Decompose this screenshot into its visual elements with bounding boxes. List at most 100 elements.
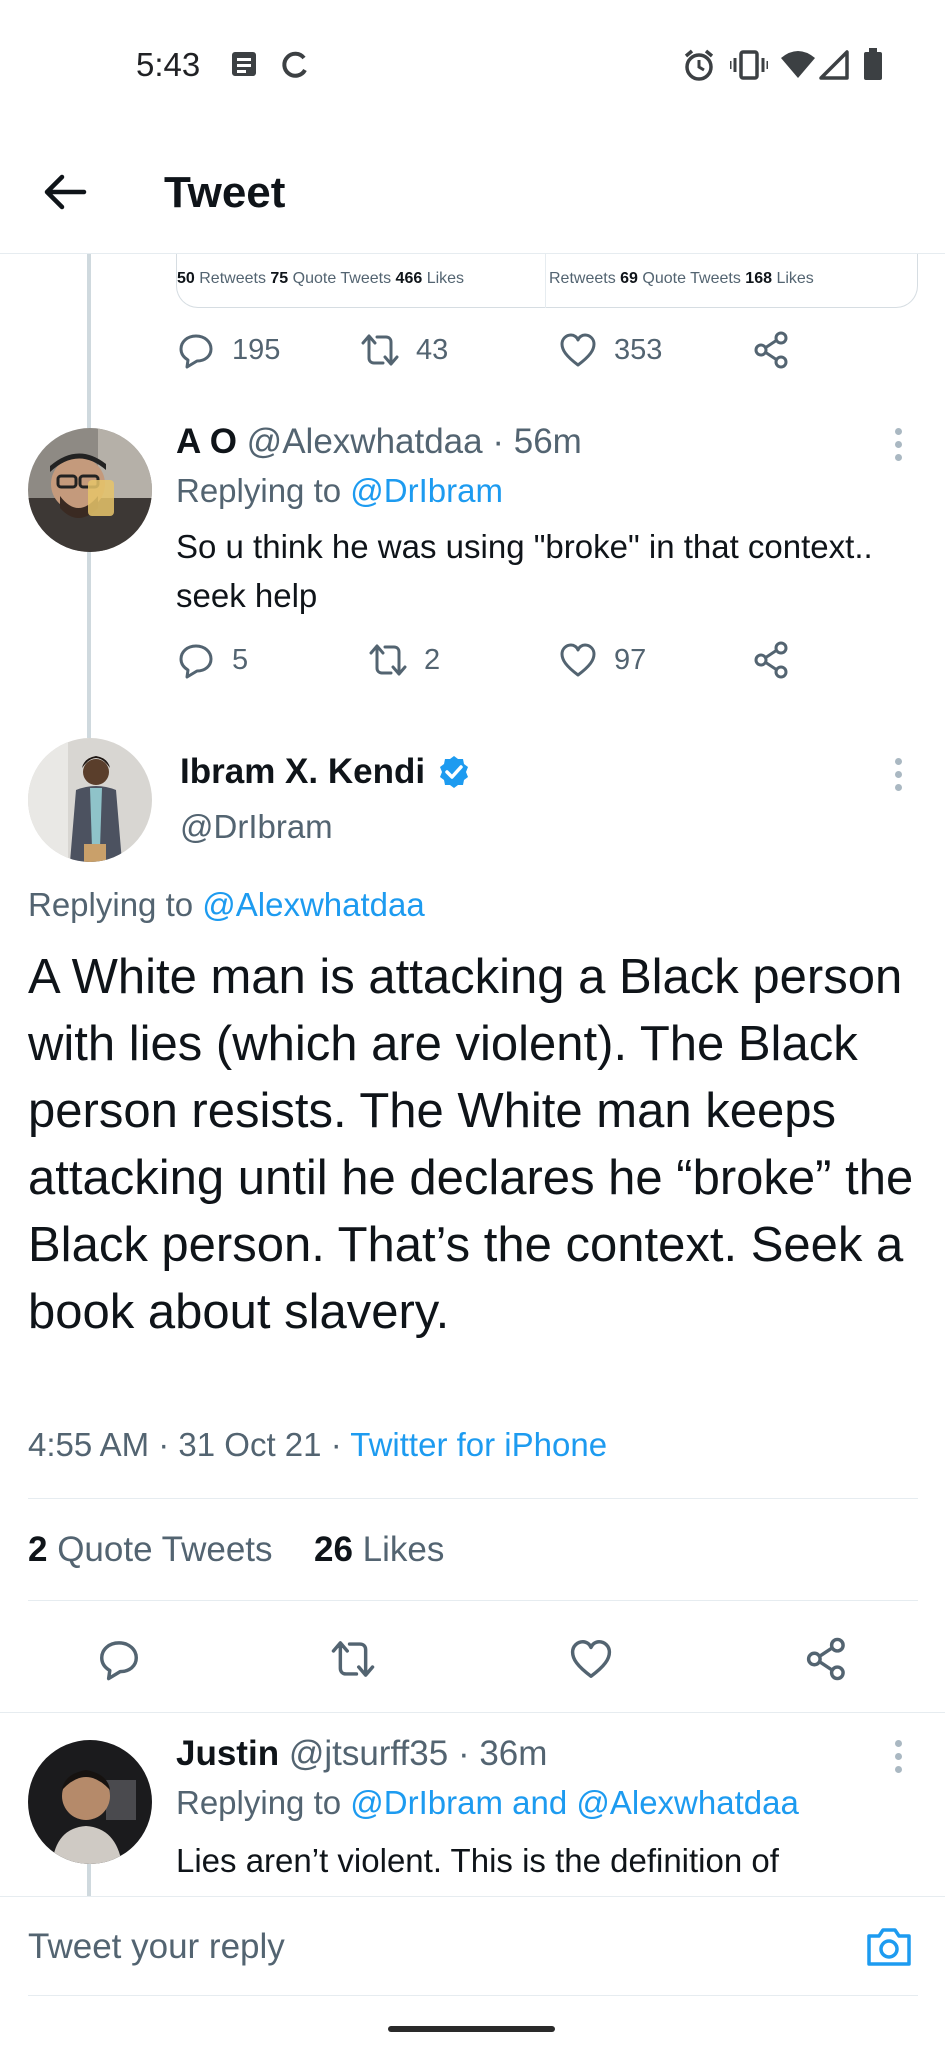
reply-ao-header: A O @Alexwhatdaa · 56m xyxy=(176,422,582,462)
thread-line xyxy=(87,552,91,738)
thread-line xyxy=(87,1860,91,1896)
parent-tweet-actions: 195 43 353 xyxy=(176,330,896,378)
vibrate-icon xyxy=(730,50,768,80)
qc-left-likes-label: Likes xyxy=(426,270,465,287)
reply-button[interactable]: 195 xyxy=(176,330,280,370)
qc-right-likes: 168 xyxy=(745,270,772,287)
embedded-quote-image[interactable]: 50 Retweets 75 Quote Tweets 466 Likes Re… xyxy=(176,254,918,308)
retweet-icon xyxy=(369,644,407,676)
composer-underline xyxy=(28,1995,918,1996)
heart-icon xyxy=(560,333,596,367)
reply-input[interactable]: Tweet your reply xyxy=(28,1927,285,1967)
like-label: Likes xyxy=(362,1530,445,1569)
main-tweet-meta: 4:55 AM · 31 Oct 21 · Twitter for iPhone xyxy=(28,1426,607,1464)
author-name[interactable]: A O xyxy=(176,422,237,461)
avatar-image xyxy=(28,1740,152,1864)
main-tweet-stats: 2 Quote Tweets 26 Likes xyxy=(28,1530,444,1570)
reply-justin-text: Lies aren’t violent. This is the definit… xyxy=(176,1842,779,1879)
tweet-date: 31 Oct 21 xyxy=(178,1426,322,1463)
author-handle[interactable]: @Alexwhatdaa xyxy=(247,422,483,461)
share-icon xyxy=(754,641,788,679)
mention-link[interactable]: @DrIbram xyxy=(350,472,503,509)
share-icon[interactable] xyxy=(804,1636,850,1682)
back-arrow-icon[interactable] xyxy=(40,167,90,217)
tweet-source-link[interactable]: Twitter for iPhone xyxy=(350,1426,607,1463)
more-options-icon[interactable] xyxy=(893,1740,903,1776)
reply-button[interactable]: 5 xyxy=(176,640,248,680)
mention-link[interactable]: @Alexwhatdaa xyxy=(202,886,424,923)
alarm-icon xyxy=(684,49,714,81)
avatar-image xyxy=(28,428,152,552)
page-title: Tweet xyxy=(164,168,286,217)
top-app-bar: Tweet xyxy=(0,130,945,254)
author-name[interactable]: Ibram X. Kendi xyxy=(180,752,425,792)
author-handle[interactable]: @jtsurff35 xyxy=(289,1734,448,1773)
like-count: 97 xyxy=(614,643,647,676)
meta-separator: · xyxy=(158,1426,170,1463)
author-name[interactable]: Justin xyxy=(176,1734,279,1773)
likes-stat[interactable]: 26 Likes xyxy=(314,1530,444,1569)
avatar-image xyxy=(28,738,152,862)
retweet-button[interactable]: 2 xyxy=(368,640,440,680)
avatar-alexwhatdaa[interactable] xyxy=(28,428,152,552)
divider xyxy=(28,1600,918,1601)
camera-icon[interactable] xyxy=(864,1921,914,1971)
verified-badge-icon xyxy=(440,756,469,788)
share-icon xyxy=(754,331,788,369)
retweet-icon[interactable] xyxy=(330,1636,376,1682)
share-button[interactable] xyxy=(752,640,792,680)
replying-prefix: Replying to xyxy=(176,1784,342,1821)
qc-left-likes: 466 xyxy=(395,270,423,287)
notes-icon xyxy=(232,52,256,76)
reply-count: 195 xyxy=(232,333,281,366)
reply-ao-text: So u think he was using "broke" in that … xyxy=(176,528,873,614)
qc-right-quotes: 69 xyxy=(620,270,638,287)
thread-line xyxy=(87,254,91,428)
heart-icon xyxy=(560,643,596,677)
retweet-button[interactable]: 43 xyxy=(360,330,448,370)
reply-icon xyxy=(179,644,213,679)
mention-link[interactable]: @DrIbram and @Alexwhatdaa xyxy=(350,1784,799,1821)
main-tweet-author[interactable]: Ibram X. Kendi xyxy=(180,752,471,792)
home-indicator[interactable] xyxy=(388,2026,555,2032)
more-options-icon[interactable] xyxy=(893,758,903,794)
reply-icon xyxy=(179,334,213,369)
tweet-time: 4:55 AM xyxy=(28,1426,150,1463)
reply-icon[interactable] xyxy=(96,1636,142,1682)
like-count: 26 xyxy=(314,1530,353,1569)
replying-prefix: Replying to xyxy=(176,472,342,509)
qc-left-quotes: 75 xyxy=(270,270,289,287)
retweet-icon xyxy=(361,334,399,366)
qc-left-retweets: 50 xyxy=(177,270,195,287)
reply-composer: Tweet your reply xyxy=(0,1896,945,1998)
like-count: 353 xyxy=(614,333,663,366)
battery-icon xyxy=(864,48,882,80)
qc-right-quotes-label: Quote Tweets xyxy=(642,270,741,287)
reply-ao-actions: 5 2 97 xyxy=(176,640,896,688)
status-bar: 5:43 xyxy=(0,0,945,130)
qc-right-retweets-label: Retweets xyxy=(549,270,616,287)
quote-count: 2 xyxy=(28,1530,48,1569)
sync-icon xyxy=(282,51,307,78)
like-button[interactable]: 353 xyxy=(558,330,662,370)
meta-separator: · xyxy=(330,1426,342,1463)
signal-icon xyxy=(819,50,849,80)
quote-label: Quote Tweets xyxy=(57,1530,273,1569)
main-tweet-handle[interactable]: @DrIbram xyxy=(180,808,333,846)
reply-justin-replying-to: Replying to @DrIbram and @Alexwhatdaa xyxy=(176,1784,799,1822)
reply-ao-replying-to: Replying to @DrIbram xyxy=(176,472,503,510)
status-time: 5:43 xyxy=(136,46,201,83)
main-tweet-actions xyxy=(0,1636,945,1686)
divider xyxy=(0,1712,945,1713)
more-options-icon[interactable] xyxy=(893,428,903,464)
main-tweet-replying-to: Replying to @Alexwhatdaa xyxy=(28,886,425,924)
share-button[interactable] xyxy=(752,330,792,370)
avatar-dribram[interactable] xyxy=(28,738,152,862)
like-button[interactable]: 97 xyxy=(558,640,646,680)
reply-justin-header: Justin @jtsurff35 · 36m xyxy=(176,1734,547,1774)
qc-divider xyxy=(545,254,546,308)
avatar-jtsurff35[interactable] xyxy=(28,1740,152,1864)
qc-right-likes-label: Likes xyxy=(776,270,814,287)
quote-tweets-stat[interactable]: 2 Quote Tweets xyxy=(28,1530,282,1569)
heart-icon[interactable] xyxy=(568,1636,614,1682)
